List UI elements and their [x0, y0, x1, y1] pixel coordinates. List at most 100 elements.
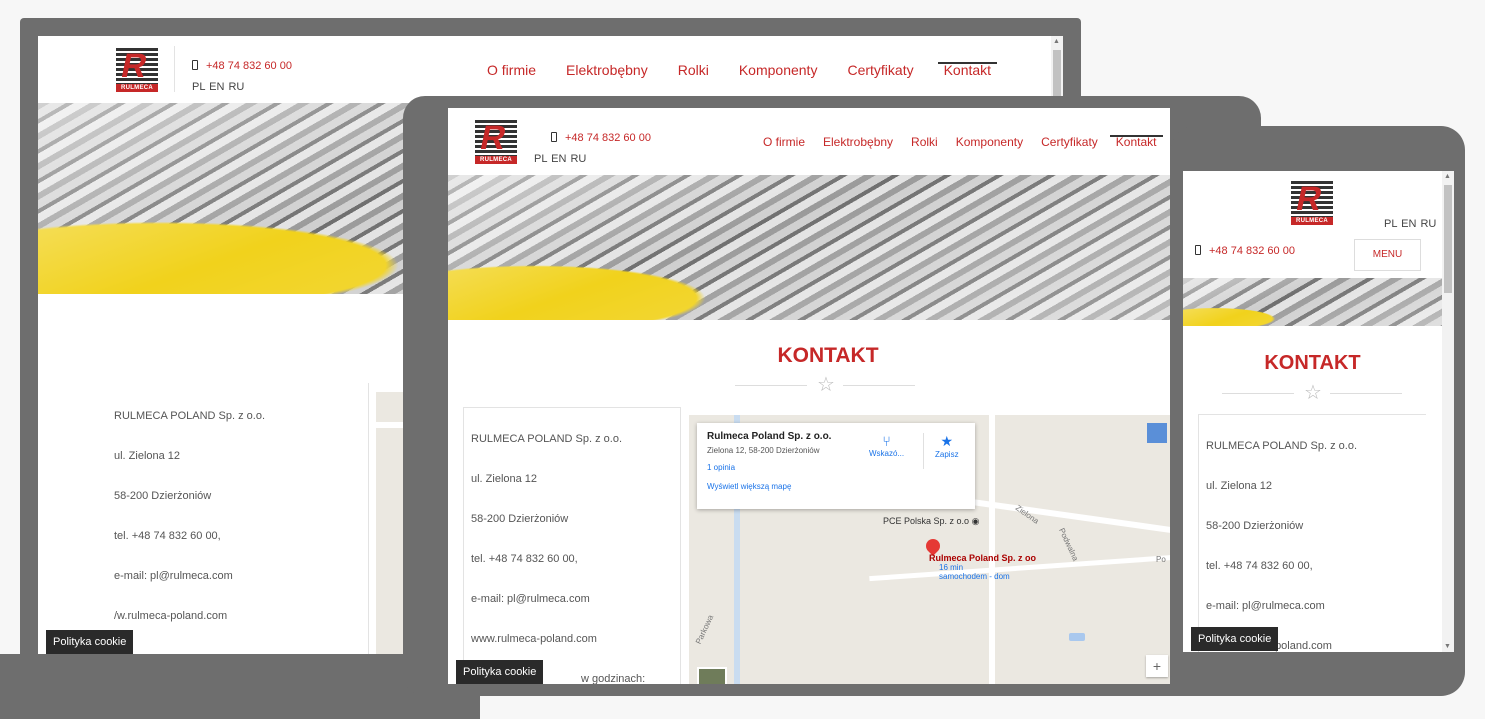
language-switcher[interactable]: PL EN RU	[192, 81, 244, 93]
map-poi-label: PCE Polska Sp. z o.o	[883, 516, 970, 526]
star-icon: ★	[940, 433, 954, 449]
scroll-up-icon[interactable]: ▲	[1444, 173, 1451, 180]
map-place-address: Zielona 12, 58-200 Dzierżoniów	[707, 446, 820, 455]
contact-city: 58-200 Dzierżoniów	[114, 490, 212, 502]
logo-word: RULMECA	[116, 84, 158, 92]
contact-tel: tel. +48 74 832 60 00,	[1206, 560, 1313, 572]
map-satellite-toggle[interactable]	[697, 667, 727, 684]
nav-komponenty[interactable]: Komponenty	[956, 135, 1023, 149]
map-place-name[interactable]: Rulmeca Poland Sp. z o.o.	[707, 431, 965, 442]
contact-city: 58-200 Dzierżoniów	[1206, 520, 1304, 532]
star-icon: ☆	[817, 374, 835, 396]
nav-elektrobebny[interactable]: Elektrobębny	[566, 62, 648, 78]
pegman-icon[interactable]	[1147, 423, 1167, 443]
directions-icon: ⑂	[882, 433, 891, 449]
divider-line-right	[1330, 393, 1402, 394]
tablet-contact-info: RULMECA POLAND Sp. z o.o. ul. Zielona 12…	[471, 429, 645, 684]
page-title: KONTAKT	[1264, 352, 1361, 374]
tablet-cookie-banner[interactable]: Polityka cookie	[456, 660, 544, 684]
contact-www[interactable]: /w.rulmeca-poland.com	[114, 606, 265, 646]
header-phone[interactable]: +48 74 832 60 00	[192, 60, 292, 72]
desktop-cookie-banner[interactable]: Polityka cookie	[46, 630, 134, 654]
phone-icon	[1195, 245, 1201, 255]
rulmeca-logo[interactable]: R RULMECA	[116, 47, 158, 92]
nav-rolki[interactable]: Rolki	[678, 62, 709, 78]
map-reviews-link[interactable]: 1 opinia	[707, 463, 965, 472]
divider-line-left	[735, 385, 807, 386]
contact-company: RULMECA POLAND Sp. z o.o.	[1206, 440, 1357, 452]
map-larger-link[interactable]: Wyświetl większą mapę	[707, 482, 965, 491]
phone-cookie-banner[interactable]: Polityka cookie	[1191, 627, 1279, 651]
rulmeca-logo[interactable]: R RULMECA	[475, 119, 517, 164]
tablet-map[interactable]: Rulmeca Poland Sp. z o.o. Zielona 12, 58…	[689, 415, 1170, 684]
phone-icon	[551, 132, 557, 142]
map-zoom-in-button[interactable]: +	[1146, 655, 1168, 677]
phone-contact-info: RULMECA POLAND Sp. z o.o. ul. Zielona 12…	[1206, 436, 1357, 652]
language-switcher[interactable]: PL EN RU	[1384, 218, 1436, 230]
scroll-down-icon[interactable]: ▼	[1444, 643, 1451, 650]
contact-email[interactable]: e-mail: pl@rulmeca.com	[114, 566, 265, 606]
map-street-parkowa: Parkowa	[693, 613, 716, 646]
nav-certyfikaty[interactable]: Certyfikaty	[847, 62, 913, 78]
map-road	[989, 415, 995, 684]
map-poi-pce[interactable]: PCE Polska Sp. z o.o ◉	[883, 516, 979, 527]
nav-kontakt[interactable]: Kontakt	[937, 62, 998, 78]
map-save-button[interactable]: ★ Zapisz	[935, 433, 959, 459]
star-icon: ☆	[1304, 382, 1322, 404]
contact-tel: tel. +48 74 832 60 00,	[471, 553, 578, 565]
phone-screen: R RULMECA PL EN RU +48 74 832 60 00 MENU…	[1183, 171, 1454, 652]
language-switcher[interactable]: PL EN RU	[534, 153, 586, 165]
nav-komponenty[interactable]: Komponenty	[739, 62, 818, 78]
nav-certyfikaty[interactable]: Certyfikaty	[1041, 135, 1098, 149]
nav-elektrobebny[interactable]: Elektrobębny	[823, 135, 893, 149]
phone-scrollbar[interactable]: ▲ ▼	[1442, 171, 1454, 652]
contact-street: ul. Zielona 12	[114, 450, 181, 462]
title-divider: ☆	[735, 374, 915, 396]
header-phone[interactable]: +48 74 832 60 00	[551, 132, 651, 144]
tablet-screen: R RULMECA +48 74 832 60 00 PL EN RU O fi…	[448, 108, 1170, 684]
scroll-up-icon[interactable]: ▲	[1053, 38, 1060, 45]
map-directions-button[interactable]: ⑂ Wskazó...	[869, 433, 904, 458]
map-pin-sub1: 16 min	[939, 563, 964, 572]
tablet-frame: R RULMECA +48 74 832 60 00 PL EN RU O fi…	[403, 96, 1261, 696]
map-pin-sub2: samochodem - dom	[939, 572, 1010, 581]
logo-mark: R	[475, 119, 517, 157]
map-save-label: Zapisz	[935, 450, 959, 459]
header-phone[interactable]: +48 74 832 60 00	[1195, 245, 1295, 257]
map-street-po: Po	[1156, 555, 1166, 564]
contact-tel: tel. +48 74 832 60 00,	[114, 530, 221, 542]
desktop-header: R RULMECA +48 74 832 60 00 PL EN RU O fi…	[38, 36, 1063, 103]
rulmeca-logo[interactable]: R RULMECA	[1291, 180, 1333, 225]
divider-line-left	[1222, 393, 1294, 394]
nav-o-firmie[interactable]: O firmie	[487, 62, 536, 78]
contact-email[interactable]: e-mail: pl@rulmeca.com	[471, 589, 645, 629]
contact-company: RULMECA POLAND Sp. z o.o.	[471, 433, 622, 445]
map-pin-label[interactable]: Rulmeca Poland Sp. z oo	[929, 553, 1036, 563]
menu-button[interactable]: MENU	[1354, 239, 1421, 271]
logo-word: RULMECA	[475, 156, 517, 164]
desktop-contact-info: RULMECA POLAND Sp. z o.o. ul. Zielona 12…	[114, 406, 265, 646]
divider-line-right	[843, 385, 915, 386]
contact-company: RULMECA POLAND Sp. z o.o.	[114, 410, 265, 422]
card-divider	[923, 433, 924, 469]
tablet-nav: O firmie Elektrobębny Rolki Komponenty C…	[763, 135, 1163, 149]
nav-kontakt[interactable]: Kontakt	[1109, 135, 1163, 149]
header-divider	[174, 46, 175, 92]
map-directions-label: Wskazó...	[869, 449, 905, 458]
title-divider: ☆	[1222, 382, 1402, 404]
header-phone-text: +48 74 832 60 00	[1209, 245, 1295, 257]
phone-scroll-thumb[interactable]	[1444, 185, 1452, 293]
logo-word: RULMECA	[1291, 217, 1333, 225]
nav-o-firmie[interactable]: O firmie	[763, 135, 805, 149]
map-place-card: Rulmeca Poland Sp. z o.o. Zielona 12, 58…	[697, 423, 975, 509]
page-title: KONTAKT	[777, 344, 879, 367]
desktop-nav: O firmie Elektrobębny Rolki Komponenty C…	[487, 62, 998, 78]
contact-city: 58-200 Dzierżoniów	[471, 513, 569, 525]
contact-street: ul. Zielona 12	[471, 473, 538, 485]
header-phone-text: +48 74 832 60 00	[206, 60, 292, 72]
nav-rolki[interactable]: Rolki	[911, 135, 938, 149]
phone-header: R RULMECA PL EN RU +48 74 832 60 00 MENU	[1183, 171, 1454, 278]
phone-icon	[192, 60, 198, 70]
logo-mark: R	[116, 47, 158, 85]
header-phone-text: +48 74 832 60 00	[565, 132, 651, 144]
